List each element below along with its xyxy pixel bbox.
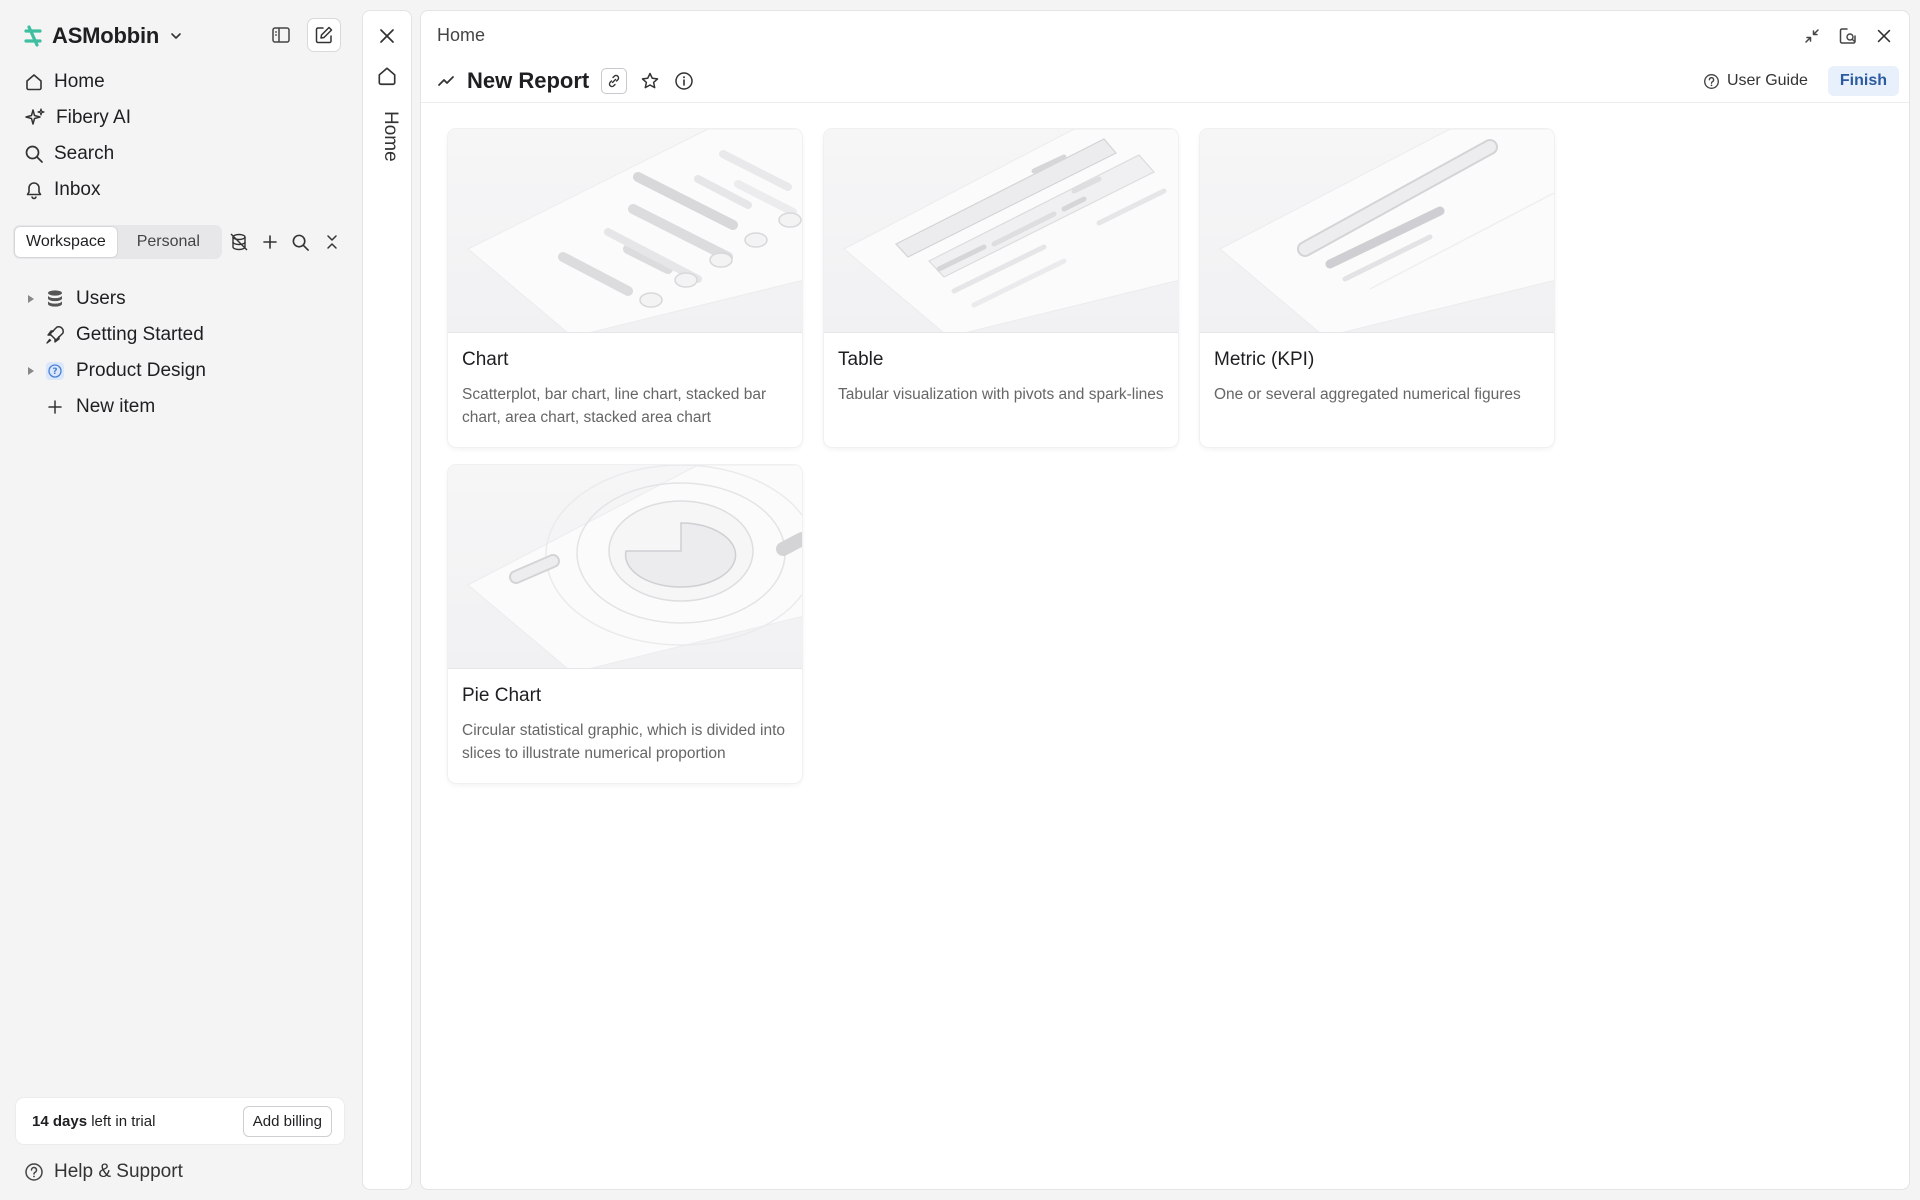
- sparkle-icon: [24, 107, 46, 129]
- help-icon: [24, 1162, 44, 1182]
- report-trend-icon: [437, 72, 457, 90]
- card-title: Metric (KPI): [1214, 349, 1315, 370]
- window-controls: [1801, 25, 1895, 47]
- card-title: Table: [838, 349, 884, 370]
- workspace-name: ASMobbin: [52, 23, 160, 48]
- tab-workspace[interactable]: Workspace: [15, 227, 117, 257]
- toggle-sidebar-button[interactable]: [264, 18, 298, 52]
- report-type-pie-chart-card[interactable]: Pie Chart Circular statistical graphic, …: [448, 465, 802, 783]
- space-tabs: Workspace Personal: [13, 225, 348, 259]
- help-support-link[interactable]: Help & Support: [24, 1158, 183, 1186]
- help-label: Help & Support: [54, 1161, 183, 1182]
- header-divider: [421, 102, 1909, 103]
- table-illustration: [824, 129, 1178, 333]
- info-icon[interactable]: [671, 68, 697, 94]
- space-segmented-control: Workspace Personal: [13, 225, 222, 259]
- sidebar: ASMobbin Home Fibery AI Search Inbox Wor…: [0, 0, 362, 1200]
- card-title: Chart: [462, 349, 509, 370]
- plus-icon: [44, 396, 66, 418]
- report-type-metric-card[interactable]: Metric (KPI) One or several aggregated n…: [1200, 129, 1554, 447]
- main-nav: Home Fibery AI Search Inbox: [20, 64, 340, 208]
- caret-right-icon[interactable]: [22, 294, 40, 304]
- tree-item-label: Getting Started: [76, 324, 204, 345]
- collapsed-panel-label: Home: [380, 111, 401, 162]
- user-guide-label: User Guide: [1726, 72, 1808, 89]
- help-icon: [1703, 73, 1720, 90]
- bell-icon: [24, 180, 44, 200]
- card-description: One or several aggregated numerical figu…: [1214, 386, 1521, 403]
- metric-illustration: [1200, 129, 1554, 333]
- open-full-icon[interactable]: [1837, 25, 1859, 47]
- pie-illustration: [448, 465, 802, 669]
- nav-item-search[interactable]: Search: [20, 136, 340, 172]
- trial-text: 14 days left in trial: [32, 1112, 156, 1130]
- tree-item-product-design[interactable]: ? Product Design: [20, 353, 340, 389]
- nav-item-home[interactable]: Home: [20, 64, 340, 100]
- svg-text:?: ?: [52, 367, 57, 377]
- report-type-table-card[interactable]: Table Tabular visualization with pivots …: [824, 129, 1178, 447]
- link-icon: [606, 73, 622, 89]
- search-icon[interactable]: [290, 231, 312, 253]
- tab-personal[interactable]: Personal: [117, 227, 220, 257]
- database-icon: [44, 288, 66, 310]
- caret-right-icon[interactable]: [22, 366, 40, 376]
- question-icon: ?: [44, 360, 66, 382]
- nav-item-inbox[interactable]: Inbox: [20, 172, 340, 208]
- tree-item-label: New item: [76, 396, 156, 417]
- collapse-all-icon[interactable]: [321, 231, 343, 253]
- close-icon[interactable]: [376, 25, 398, 47]
- page-title[interactable]: New Report: [467, 68, 589, 94]
- minimize-icon[interactable]: [1801, 25, 1823, 47]
- breadcrumb[interactable]: Home: [437, 25, 485, 46]
- collapsed-home-panel[interactable]: Home: [362, 10, 412, 1190]
- sidebar-panel-icon: [271, 25, 291, 45]
- nav-item-label: Home: [54, 71, 105, 92]
- trial-banner: 14 days left in trial Add billing: [16, 1098, 344, 1144]
- nav-item-fibery-ai[interactable]: Fibery AI: [20, 100, 340, 136]
- new-entity-button[interactable]: [307, 18, 341, 52]
- home-icon: [376, 65, 398, 87]
- tree-item-getting-started[interactable]: Getting Started: [20, 317, 340, 353]
- finish-button[interactable]: Finish: [1827, 66, 1899, 96]
- workspace-switcher[interactable]: ASMobbin: [22, 20, 183, 52]
- card-description: Tabular visualization with pivots and sp…: [838, 386, 1164, 403]
- rocket-icon: [44, 324, 66, 346]
- copy-link-button[interactable]: [601, 68, 628, 94]
- compose-icon: [314, 25, 334, 45]
- card-title: Pie Chart: [462, 685, 542, 706]
- user-guide-link[interactable]: User Guide: [1703, 72, 1808, 90]
- hidden-databases-icon[interactable]: [228, 231, 250, 253]
- card-description: Circular statistical graphic, which is d…: [462, 722, 786, 762]
- workspace-logo-icon: [22, 25, 44, 47]
- nav-item-label: Inbox: [54, 179, 101, 200]
- chart-illustration: [448, 129, 802, 333]
- nav-item-label: Search: [54, 143, 115, 164]
- tree-item-users[interactable]: Users: [20, 281, 340, 317]
- tree-item-label: Product Design: [76, 360, 206, 381]
- close-icon[interactable]: [1873, 25, 1895, 47]
- star-icon[interactable]: [637, 68, 663, 94]
- report-type-chart-card[interactable]: Chart Scatterplot, bar chart, line chart…: [448, 129, 802, 447]
- space-tree: Users Getting Started ? Product Design N…: [20, 281, 340, 425]
- add-billing-button[interactable]: Add billing: [242, 1105, 332, 1137]
- home-icon: [24, 72, 44, 92]
- plus-icon[interactable]: [259, 231, 281, 253]
- chevron-down-icon: [169, 29, 183, 43]
- tree-item-label: Users: [76, 288, 126, 309]
- search-icon: [24, 144, 44, 164]
- report-title-row: New Report User Guide Finish: [437, 63, 1899, 99]
- report-panel: Home New Report User Guide Finish Chart …: [420, 10, 1910, 1190]
- nav-item-label: Fibery AI: [56, 107, 131, 128]
- card-description: Scatterplot, bar chart, line chart, stac…: [462, 386, 767, 426]
- new-item-button[interactable]: New item: [20, 389, 340, 425]
